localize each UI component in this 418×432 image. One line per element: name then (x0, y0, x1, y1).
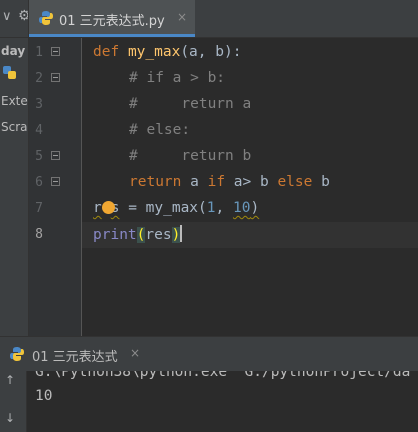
keyword: if (207, 174, 226, 190)
code-text: = my_max( (119, 200, 207, 216)
code-line-7[interactable]: rs = my_max(1, 10) (93, 199, 259, 217)
text-caret (180, 225, 183, 242)
run-panel-header: 01 三元表达式 × (0, 336, 418, 372)
number-literal: 1 (206, 200, 216, 216)
close-icon[interactable]: × (177, 10, 187, 24)
line-number: 1 (35, 45, 43, 60)
code-line-5[interactable]: # return b (129, 147, 251, 165)
code-text: (a, b): (180, 44, 242, 60)
project-panel: ∨ ⚙ day Exte Scra (0, 0, 29, 336)
project-item-external[interactable]: Exte (1, 94, 28, 108)
console-output[interactable]: G:\Python38\python.exe G:/pythonProject/… (27, 371, 418, 432)
line-number: 2 (35, 71, 43, 86)
code-line-2[interactable]: # if a > b: (129, 69, 225, 87)
code-text: b (312, 174, 330, 190)
line-number: 5 (35, 149, 43, 164)
run-tab-label[interactable]: 01 三元表达式 (32, 346, 118, 365)
console-line: 10 (35, 388, 53, 404)
code-editor[interactable]: def my_max(a, b): # if a > b: # return a… (82, 38, 418, 336)
keyword: def (93, 44, 120, 60)
close-icon[interactable]: × (130, 346, 140, 360)
chevron-down-icon[interactable]: ∨ (2, 9, 12, 24)
keyword: return (129, 174, 182, 190)
code-text: a (181, 174, 208, 190)
console-line: G:\Python38\python.exe G:/pythonProject/… (35, 371, 411, 380)
builtin-function: print (93, 227, 137, 243)
line-gutter: 1 2 3 4 5 6 7 8 (29, 38, 82, 336)
code-text: ) (250, 200, 260, 216)
python-file-icon[interactable] (2, 65, 20, 83)
paren-match: ) (171, 227, 181, 243)
editor-tab[interactable]: 01 三元表达式.py × (29, 0, 195, 37)
arrow-up-icon[interactable]: ↑ (5, 373, 15, 387)
code-text: a> b (225, 174, 278, 190)
code-line-3[interactable]: # return a (129, 95, 251, 113)
keyword: else (277, 174, 313, 190)
line-number: 4 (35, 123, 43, 138)
code-line-6[interactable]: return a if a> b else b (129, 173, 330, 191)
editor-tab-bar: 01 三元表达式.py × (29, 0, 418, 38)
line-number: 7 (35, 201, 43, 216)
fold-marker-icon[interactable] (51, 47, 60, 56)
function-name: my_max (127, 44, 181, 60)
line-number: 6 (35, 175, 43, 190)
gear-icon[interactable]: ⚙ (18, 8, 28, 24)
number-literal: 10 (232, 200, 251, 216)
python-file-icon (39, 11, 53, 25)
tab-label: 01 三元表达式.py (59, 14, 165, 29)
project-item-scratches[interactable]: Scra (1, 120, 28, 134)
line-number: 3 (35, 97, 43, 112)
lightbulb-icon[interactable] (102, 201, 115, 214)
arrow-down-icon[interactable]: ↓ (5, 411, 15, 425)
python-icon (10, 347, 24, 361)
code-text: res (145, 227, 172, 243)
fold-marker-icon[interactable] (51, 151, 60, 160)
code-line-4[interactable]: # else: (129, 121, 190, 139)
code-line-1[interactable]: def my_max(a, b): (93, 43, 241, 61)
run-toolbar: ↑ ↓ (0, 371, 27, 432)
fold-marker-icon[interactable] (51, 73, 60, 82)
line-number: 8 (35, 227, 43, 242)
project-item-day[interactable]: day (1, 44, 25, 58)
code-text: , (215, 200, 233, 216)
fold-marker-icon[interactable] (51, 177, 60, 186)
project-toolbar: ∨ ⚙ (0, 0, 28, 38)
code-line-8[interactable]: print(res) (93, 225, 183, 244)
